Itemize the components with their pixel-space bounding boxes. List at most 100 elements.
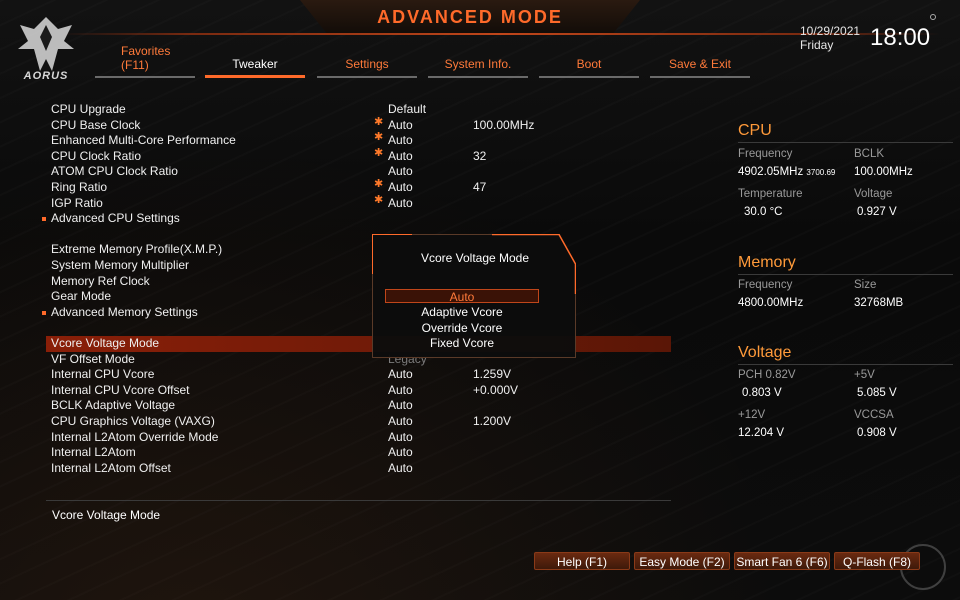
setting-row-igp-ratio[interactable]: IGP Ratio ✱ Auto <box>46 193 671 212</box>
tab-underline <box>95 76 195 78</box>
setting-row-cpu-upgrade[interactable]: CPU Upgrade Default <box>46 102 671 118</box>
setting-row-xmp[interactable]: Extreme Memory Profile(X.M.P.) <box>46 242 671 258</box>
setting-label: Extreme Memory Profile(X.M.P.) <box>51 242 223 257</box>
modified-star-icon: ✱ <box>374 115 384 128</box>
setting-row-vf-offset-mode[interactable]: VF Offset Mode Legacy <box>46 352 671 368</box>
submenu-bullet-icon <box>42 310 46 315</box>
setting-row-l2atom-override-mode[interactable]: Internal L2Atom Override Mode Auto <box>46 430 671 446</box>
setting-label: Internal L2Atom Override Mode <box>51 429 219 444</box>
setting-current-value: 1.259V <box>473 367 512 382</box>
memory-size-label: Size <box>854 279 877 291</box>
modified-star-icon: ✱ <box>374 193 384 206</box>
setting-value: Auto <box>388 398 413 413</box>
tab-settings-label: Settings <box>345 57 389 71</box>
setting-value: Auto <box>388 382 413 397</box>
setting-label: Advanced CPU Settings <box>51 211 180 226</box>
setting-label: Vcore Voltage Mode <box>51 336 160 350</box>
setting-row-vcore-voltage-mode[interactable]: Vcore Voltage Mode <box>46 336 671 352</box>
setting-row-memory-ref-clock[interactable]: Memory Ref Clock <box>46 274 671 290</box>
setting-row-advanced-cpu-settings[interactable]: Advanced CPU Settings <box>42 211 671 227</box>
setting-value: Auto <box>388 117 413 132</box>
setting-value: Auto <box>388 367 413 382</box>
setting-row-atom-cpu-clock-ratio[interactable]: ATOM CPU Clock Ratio Auto <box>46 164 671 180</box>
tab-settings[interactable]: Settings <box>317 42 417 78</box>
tab-favorites-key: (F11) <box>121 58 149 72</box>
tab-underline <box>539 76 639 78</box>
logo-text: AORUS <box>23 70 69 82</box>
setting-row-cpu-clock-ratio[interactable]: CPU Clock Ratio ✱ Auto 32 <box>46 147 671 165</box>
submenu-bullet-icon <box>42 217 46 222</box>
setting-row-internal-cpu-vcore-offset[interactable]: Internal CPU Vcore Offset Auto +0.000V <box>46 383 671 399</box>
setting-value: Auto <box>388 164 413 179</box>
setting-row-memory-multiplier[interactable]: System Memory Multiplier <box>46 258 671 274</box>
setting-current-value: 32 <box>473 148 487 163</box>
date: 10/29/2021 <box>800 24 861 38</box>
tab-underline <box>317 76 417 78</box>
setting-row-cpu-graphics-voltage[interactable]: CPU Graphics Voltage (VAXG) Auto 1.200V <box>46 414 671 430</box>
popup-option-fixed-vcore[interactable]: Fixed Vcore <box>385 336 539 350</box>
setting-label: Advanced Memory Settings <box>51 304 198 319</box>
cpu-frequency-small: 3700.69 <box>806 168 836 177</box>
tab-tweaker-label: Tweaker <box>232 57 278 71</box>
setting-current-value: 47 <box>473 180 487 194</box>
tab-system-info[interactable]: System Info. <box>428 42 528 78</box>
setting-label: BCLK Adaptive Voltage <box>51 398 176 413</box>
setting-current-value: +0.000V <box>473 382 519 397</box>
vccsa-value: 0.908 V <box>857 427 897 439</box>
setting-row-l2atom[interactable]: Internal L2Atom Auto <box>46 445 671 461</box>
tab-save-exit[interactable]: Save & Exit <box>650 42 750 78</box>
setting-label: Gear Mode <box>51 289 112 304</box>
section-divider <box>738 142 953 143</box>
tab-favorites[interactable]: Favorites (F11) <box>95 42 195 78</box>
cpu-voltage-value: 0.927 V <box>857 206 897 218</box>
day: Friday <box>800 38 834 52</box>
smart-fan-button[interactable]: Smart Fan 6 (F6) <box>734 552 830 570</box>
setting-value: Auto <box>388 133 413 148</box>
pch-voltage-label: PCH 0.82V <box>738 369 796 381</box>
tab-boot-label: Boot <box>576 57 602 71</box>
vcore-voltage-mode-popup: Vcore Voltage Mode Auto Adaptive Vcore O… <box>372 234 576 358</box>
setting-row-l2atom-offset[interactable]: Internal L2Atom Offset Auto <box>46 461 671 477</box>
setting-label: Internal L2Atom <box>51 445 136 460</box>
setting-label: IGP Ratio <box>51 195 103 210</box>
setting-row-gear-mode[interactable]: Gear Mode <box>46 289 671 305</box>
vccsa-label: VCCSA <box>854 409 894 421</box>
popup-option-auto[interactable]: Auto <box>385 289 539 304</box>
popup-option-adaptive-vcore[interactable]: Adaptive Vcore <box>385 305 539 319</box>
modified-star-icon: ✱ <box>374 178 384 190</box>
cpu-section-title: CPU <box>738 122 772 139</box>
easy-mode-button[interactable]: Easy Mode (F2) <box>634 552 730 570</box>
section-divider <box>738 274 953 275</box>
cpu-bclk-value: 100.00MHz <box>854 166 913 178</box>
setting-row-enhanced-multi-core[interactable]: Enhanced Multi-Core Performance ✱ Auto <box>46 131 671 149</box>
setting-description: Vcore Voltage Mode <box>52 508 161 522</box>
tab-boot[interactable]: Boot <box>539 42 639 78</box>
setting-row-internal-cpu-vcore[interactable]: Internal CPU Vcore Auto 1.259V <box>46 367 671 383</box>
popup-title: Vcore Voltage Mode <box>420 251 530 265</box>
memory-frequency-label: Frequency <box>738 279 793 291</box>
tab-tweaker[interactable]: Tweaker <box>205 42 305 78</box>
tab-underline <box>428 76 528 78</box>
setting-label: System Memory Multiplier <box>51 258 190 272</box>
clock: 18:00 <box>870 24 931 51</box>
12v-value: 12.204 V <box>738 427 785 439</box>
cpu-frequency-main: 4902.05MHz <box>738 166 804 178</box>
setting-row-ring-ratio[interactable]: Ring Ratio ✱ Auto 47 <box>46 178 671 196</box>
5v-label: +5V <box>854 369 875 381</box>
tab-underline <box>650 76 750 78</box>
cpu-bclk-label: BCLK <box>854 148 885 160</box>
setting-row-bclk-adaptive-voltage[interactable]: BCLK Adaptive Voltage Auto <box>46 398 671 414</box>
setting-current-value: 100.00MHz <box>473 117 535 132</box>
setting-label: CPU Clock Ratio <box>51 148 142 163</box>
setting-row-advanced-memory-settings[interactable]: Advanced Memory Settings <box>42 304 671 321</box>
setting-value: Auto <box>388 414 413 428</box>
setting-row-cpu-base-clock[interactable]: CPU Base Clock ✱ Auto 100.00MHz <box>46 115 671 134</box>
cpu-temperature-label: Temperature <box>738 188 803 200</box>
memory-size-value: 32768MB <box>854 297 904 309</box>
q-flash-button[interactable]: Q-Flash (F8) <box>834 552 920 570</box>
cpu-temperature-value: 30.0 °C <box>744 206 783 218</box>
setting-label: VF Offset Mode <box>51 351 135 366</box>
help-button[interactable]: Help (F1) <box>534 552 630 570</box>
popup-option-override-vcore[interactable]: Override Vcore <box>385 321 539 335</box>
setting-value: Auto <box>388 460 413 475</box>
